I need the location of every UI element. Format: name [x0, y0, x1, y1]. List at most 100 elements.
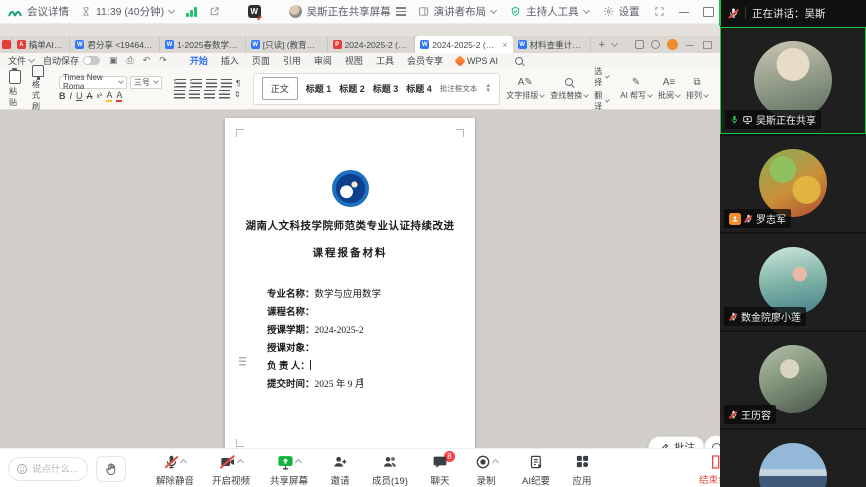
- style-comment-text[interactable]: 批注框文本: [440, 83, 478, 94]
- quick-chat-input[interactable]: [32, 464, 80, 475]
- align-center-icon[interactable]: [189, 90, 200, 99]
- text-layout-tool[interactable]: A✎ 文字排版: [506, 76, 544, 101]
- account-avatar[interactable]: [667, 39, 678, 50]
- paste-button[interactable]: 粘贴: [6, 69, 24, 109]
- font-name-select[interactable]: Times New Roma: [59, 76, 127, 89]
- document-tab-active[interactable]: W 2024-2025-2 (XXXXX (资料… ×: [415, 36, 512, 53]
- review-tool[interactable]: A≡ 批阅: [658, 76, 680, 101]
- indent-icon[interactable]: [221, 79, 232, 88]
- font-color-button[interactable]: A: [116, 91, 122, 102]
- participant-tile[interactable]: 数金院廖小莲: [720, 234, 866, 330]
- menu-tools[interactable]: 工具: [376, 54, 394, 67]
- bold-button[interactable]: B: [59, 91, 66, 101]
- style-body-text[interactable]: 正文: [262, 77, 298, 100]
- start-video-button[interactable]: 开启视频: [206, 452, 256, 487]
- invite-button[interactable]: 邀请: [322, 452, 358, 487]
- record-button[interactable]: 录制: [464, 452, 508, 487]
- document-tab[interactable]: [0, 36, 12, 53]
- document-tab[interactable]: W 君分享 <19464228 - (初中数学探…: [70, 36, 160, 53]
- quick-chat-input-wrap[interactable]: [8, 457, 88, 481]
- wrap-button[interactable]: ¶: [236, 79, 240, 88]
- participant-tile[interactable]: 吴斯正在共享: [720, 27, 866, 134]
- document-tab[interactable]: W [只读] (教育中心函 (2023) 5…: [246, 36, 328, 53]
- sharing-status[interactable]: 吴斯正在共享屏幕: [289, 4, 406, 19]
- translate-tool[interactable]: 翻译: [594, 90, 608, 112]
- floating-tool-button[interactable]: [704, 435, 720, 448]
- autosave-toggle[interactable]: 自动保存: [43, 54, 100, 67]
- document-tab[interactable]: A 稿单AI帮写: [12, 36, 71, 53]
- style-heading-2[interactable]: 标题 2: [339, 82, 365, 95]
- select-tool[interactable]: 选择: [594, 66, 608, 88]
- settings-button[interactable]: 设置: [603, 4, 640, 19]
- paragraph-drag-handle[interactable]: [239, 357, 246, 366]
- style-heading-1[interactable]: 标题 1: [306, 82, 332, 95]
- style-heading-3[interactable]: 标题 3: [373, 82, 399, 95]
- ai-notes-button[interactable]: AI纪要: [514, 452, 558, 487]
- menu-page[interactable]: 页面: [252, 54, 270, 67]
- tab-list-chevron-icon[interactable]: [611, 39, 618, 46]
- share-doc-icon[interactable]: [635, 40, 644, 49]
- save-icon[interactable]: ▣: [109, 55, 118, 66]
- open-external-button[interactable]: [209, 6, 220, 17]
- help-icon[interactable]: [651, 40, 660, 49]
- wps-minimize-icon[interactable]: [686, 41, 694, 49]
- chevron-up-icon[interactable]: [295, 459, 302, 466]
- menu-membership[interactable]: 会员专享: [407, 54, 443, 67]
- font-size-select[interactable]: 三号: [130, 76, 162, 89]
- document-tab[interactable]: W 材料查重计算带页.docx: [513, 36, 591, 53]
- chevron-up-icon[interactable]: [180, 459, 187, 466]
- justify-icon[interactable]: [219, 90, 230, 99]
- search-icon[interactable]: [515, 57, 523, 65]
- menu-reference[interactable]: 引用: [283, 54, 301, 67]
- participant-tile[interactable]: 王历容: [720, 332, 866, 428]
- chevron-up-icon[interactable]: [491, 459, 498, 466]
- close-tab-icon[interactable]: ×: [502, 40, 507, 50]
- format-painter-button[interactable]: 格式刷: [29, 64, 47, 113]
- italic-button[interactable]: I: [70, 91, 73, 101]
- document-page[interactable]: 湖南人文科技学院师范类专业认证持续改进 课程报备材料 专业名称：数学与应用数学 …: [225, 118, 475, 448]
- arrange-tool[interactable]: ⧉ 排列: [686, 76, 708, 101]
- align-right-icon[interactable]: [204, 90, 215, 99]
- end-meeting-button[interactable]: 结束会议: [688, 454, 720, 486]
- menu-home[interactable]: 开始: [190, 54, 208, 67]
- share-screen-button[interactable]: 共享屏幕: [262, 452, 316, 487]
- participant-tile[interactable]: [720, 430, 866, 487]
- layout-button[interactable]: 演讲者布局: [418, 4, 497, 19]
- menu-wps-ai[interactable]: WPS AI: [456, 54, 498, 67]
- host-tools-button[interactable]: 主持人工具: [510, 4, 589, 19]
- numbered-list-icon[interactable]: [190, 79, 202, 88]
- document-tab[interactable]: P 2024-2025-2 (初中数学解题研究…: [328, 36, 416, 53]
- unmute-button[interactable]: 解除静音: [150, 452, 200, 487]
- find-replace-tool[interactable]: 查找替换: [550, 76, 588, 101]
- menu-review[interactable]: 审阅: [314, 54, 332, 67]
- align-left-icon[interactable]: [174, 90, 185, 99]
- ai-write-tool[interactable]: ✎ AI 帮写: [620, 76, 652, 101]
- highlight-button[interactable]: A: [106, 91, 112, 102]
- underline-button[interactable]: U: [76, 91, 83, 101]
- chat-button[interactable]: 8 聊天: [422, 452, 458, 487]
- fullscreen-icon[interactable]: [654, 6, 665, 17]
- network-signal[interactable]: [186, 7, 197, 17]
- document-tab[interactable]: W 1-2025春数学应用课程专业1(1…: [160, 36, 246, 53]
- style-heading-4[interactable]: 标题 4: [406, 82, 432, 95]
- outdent-icon[interactable]: [206, 79, 217, 88]
- strikethrough-button[interactable]: A: [87, 91, 93, 101]
- menu-view[interactable]: 视图: [345, 54, 363, 67]
- annotate-button[interactable]: 批注: [648, 436, 705, 448]
- meeting-details-button[interactable]: 会议详情: [8, 4, 69, 19]
- members-button[interactable]: 成员(19): [364, 452, 416, 487]
- minimize-icon[interactable]: [679, 7, 689, 17]
- wps-maximize-icon[interactable]: [703, 41, 711, 49]
- menu-insert[interactable]: 插入: [221, 54, 239, 67]
- superscript-button[interactable]: x²: [97, 93, 103, 100]
- raise-hand-button[interactable]: [96, 456, 126, 482]
- redo-icon[interactable]: ↷: [159, 55, 167, 66]
- print-icon[interactable]: ⎙: [127, 55, 134, 66]
- emoji-icon[interactable]: [16, 463, 28, 475]
- style-gallery-scroll[interactable]: ▲▼: [485, 84, 491, 94]
- meeting-timer[interactable]: 11:39 (40分钟): [81, 4, 174, 19]
- bullet-list-icon[interactable]: [174, 79, 186, 88]
- undo-icon[interactable]: ↶: [143, 55, 151, 66]
- chevron-up-icon[interactable]: [236, 459, 243, 466]
- apps-button[interactable]: 应用: [564, 452, 600, 487]
